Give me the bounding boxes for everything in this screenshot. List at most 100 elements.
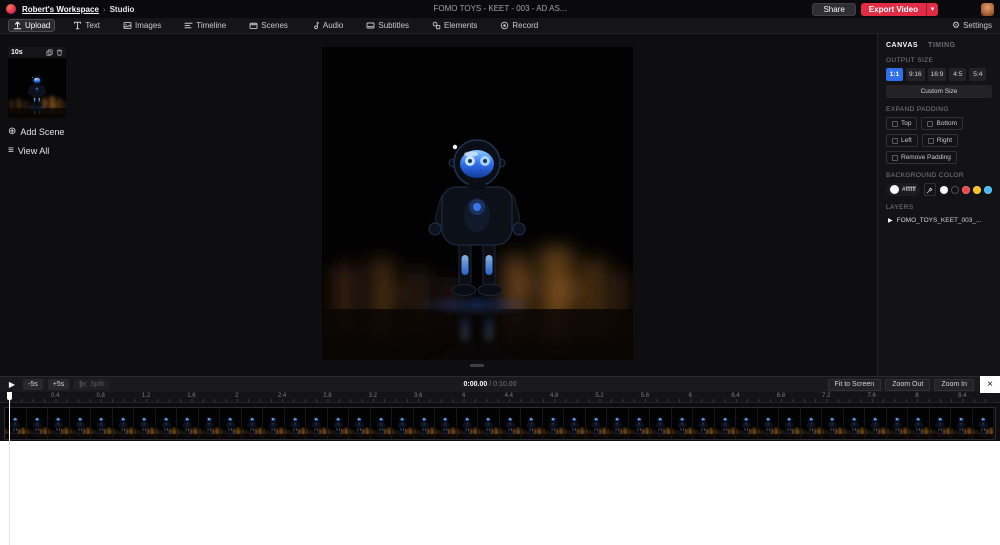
export-video-button[interactable]: Export Video [861, 3, 926, 16]
filmstrip-frame[interactable] [414, 408, 436, 439]
filmstrip-frame[interactable] [306, 408, 328, 439]
tool-scenes[interactable]: Scenes [244, 19, 293, 32]
filmstrip-frame[interactable] [844, 408, 866, 439]
filmstrip-frame[interactable] [199, 408, 221, 439]
ratio-16-9-button[interactable]: 16:9 [928, 68, 947, 81]
project-title[interactable]: FOMO TOYS - KEET - 003 - AD AS... [434, 0, 567, 18]
filmstrip-frame[interactable] [758, 408, 780, 439]
filmstrip-frame[interactable] [521, 408, 543, 439]
padding-right-checkbox[interactable]: Right [922, 134, 958, 147]
filmstrip-frame[interactable] [220, 408, 242, 439]
jump-back-5s-button[interactable]: -5s [23, 379, 43, 390]
split-button[interactable]: Split [74, 379, 109, 390]
color-value-pill[interactable]: #ffffff [886, 183, 920, 196]
duplicate-scene-icon[interactable] [46, 49, 53, 56]
filmstrip-frame[interactable] [263, 408, 285, 439]
padding-bottom-checkbox[interactable]: Bottom [921, 117, 963, 130]
tool-text[interactable]: Text [68, 19, 105, 32]
delete-scene-icon[interactable] [56, 49, 63, 56]
color-swatch[interactable] [984, 186, 992, 194]
close-timeline-button[interactable]: × [980, 376, 1000, 393]
jump-forward-5s-button[interactable]: +5s [48, 379, 69, 390]
eyedropper-button[interactable] [924, 183, 936, 196]
padding-top-checkbox[interactable]: Top [886, 117, 917, 130]
tool-audio[interactable]: Audio [306, 19, 348, 32]
filmstrip-frame[interactable] [693, 408, 715, 439]
filmstrip-frame[interactable] [435, 408, 457, 439]
breadcrumb-workspace[interactable]: Robert's Workspace [22, 5, 99, 14]
app-logo-icon[interactable] [6, 4, 16, 14]
filmstrip-frame[interactable] [650, 408, 672, 439]
filmstrip-frame[interactable] [134, 408, 156, 439]
filmstrip-frame[interactable] [908, 408, 930, 439]
playhead-line[interactable] [9, 392, 10, 441]
filmstrip-frame[interactable] [822, 408, 844, 439]
filmstrip-frame[interactable] [543, 408, 565, 439]
tool-record[interactable]: Record [495, 19, 543, 32]
video-canvas[interactable] [322, 47, 633, 360]
tab-canvas[interactable]: CANVAS [886, 42, 918, 49]
filmstrip-frame[interactable] [70, 408, 92, 439]
filmstrip-frame[interactable] [392, 408, 414, 439]
tab-timing[interactable]: TIMING [928, 42, 956, 49]
export-options-button[interactable]: ▾ [926, 3, 938, 16]
filmstrip-frame[interactable] [951, 408, 973, 439]
tool-subtitles[interactable]: Subtitles [361, 19, 414, 32]
filmstrip-frame[interactable] [156, 408, 178, 439]
zoom-in-button[interactable]: Zoom In [934, 379, 974, 391]
fit-to-screen-button[interactable]: Fit to Screen [828, 379, 882, 391]
filmstrip-frame[interactable] [242, 408, 264, 439]
filmstrip-frame[interactable] [715, 408, 737, 439]
ratio-9-16-button[interactable]: 9:16 [906, 68, 925, 81]
filmstrip-frame[interactable] [930, 408, 952, 439]
tool-elements[interactable]: Elements [427, 19, 482, 32]
filmstrip-frame[interactable] [478, 408, 500, 439]
ratio-5-4-button[interactable]: 5:4 [969, 68, 986, 81]
filmstrip-frame[interactable] [564, 408, 586, 439]
ratio-1-1-button[interactable]: 1:1 [886, 68, 903, 81]
tool-upload[interactable]: Upload [8, 19, 55, 32]
filmstrip-frame[interactable] [177, 408, 199, 439]
filmstrip-frame[interactable] [91, 408, 113, 439]
filmstrip-frame[interactable] [328, 408, 350, 439]
custom-size-button[interactable]: Custom Size [886, 85, 992, 98]
color-swatch[interactable] [973, 186, 981, 194]
play-button[interactable]: ▶ [6, 381, 18, 389]
add-scene-button[interactable]: ⊕ Add Scene [8, 127, 66, 137]
filmstrip-frame[interactable] [349, 408, 371, 439]
timeline-ruler[interactable]: 00.40.81.21.622.42.83.23.644.44.85.25.66… [0, 392, 1000, 403]
filmstrip-frame[interactable] [779, 408, 801, 439]
tool-timeline[interactable]: Timeline [179, 19, 231, 32]
color-swatch[interactable] [940, 186, 948, 194]
ratio-4-5-button[interactable]: 4:5 [949, 68, 966, 81]
user-avatar[interactable] [981, 3, 994, 16]
color-swatch[interactable] [951, 186, 959, 194]
filmstrip-frame[interactable] [457, 408, 479, 439]
canvas-resize-handle[interactable] [470, 364, 484, 367]
filmstrip-frame[interactable] [801, 408, 823, 439]
filmstrip-frame[interactable] [736, 408, 758, 439]
filmstrip-frame[interactable] [371, 408, 393, 439]
view-all-button[interactable]: ≡ View All [8, 146, 66, 156]
filmstrip-frame[interactable] [607, 408, 629, 439]
filmstrip-frame[interactable] [113, 408, 135, 439]
filmstrip-clip[interactable] [4, 407, 996, 440]
filmstrip-frame[interactable] [500, 408, 522, 439]
remove-padding-checkbox[interactable]: Remove Padding [886, 151, 957, 164]
filmstrip-frame[interactable] [629, 408, 651, 439]
filmstrip-frame[interactable] [27, 408, 49, 439]
scene-thumbnail-image[interactable] [8, 58, 66, 118]
filmstrip-frame[interactable] [48, 408, 70, 439]
filmstrip-frame[interactable] [285, 408, 307, 439]
share-button[interactable]: Share [812, 3, 855, 16]
filmstrip-frame[interactable] [887, 408, 909, 439]
zoom-out-button[interactable]: Zoom Out [885, 379, 930, 391]
layer-item[interactable]: ▶ FOMO_TOYS_KEET_003_... [886, 215, 992, 226]
filmstrip-frame[interactable] [586, 408, 608, 439]
filmstrip-frame[interactable] [865, 408, 887, 439]
padding-left-checkbox[interactable]: Left [886, 134, 918, 147]
tool-images[interactable]: Images [118, 19, 166, 32]
settings-button[interactable]: ⚙ Settings [952, 21, 992, 30]
filmstrip-frame[interactable] [672, 408, 694, 439]
scene-thumbnail-card[interactable]: 10s [8, 47, 66, 118]
